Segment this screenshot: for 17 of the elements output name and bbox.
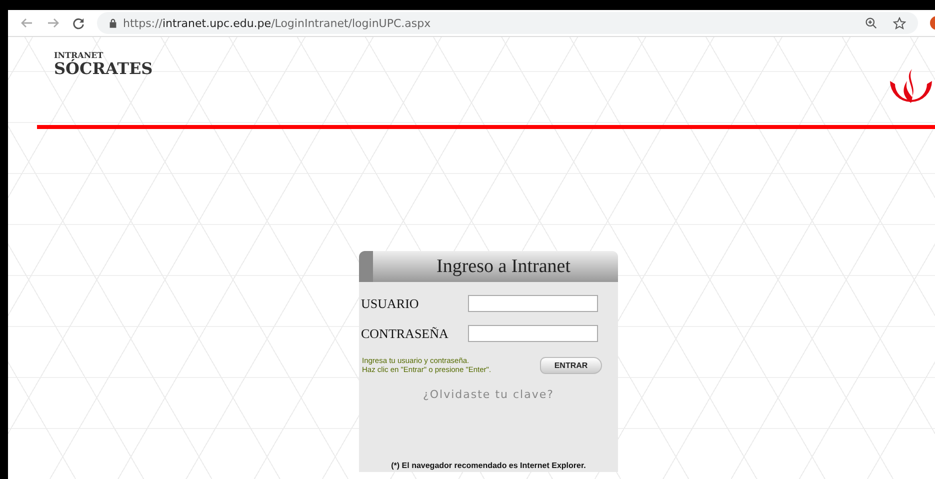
forward-icon[interactable] (46, 16, 60, 30)
logo-subtitle: INTRANET (54, 51, 104, 60)
enter-button[interactable]: ENTRAR (540, 356, 602, 374)
star-icon[interactable] (893, 16, 906, 30)
lock-icon (109, 18, 117, 28)
reload-icon[interactable] (72, 16, 85, 30)
back-icon[interactable] (20, 16, 34, 30)
panel-title: Ingreso a Intranet (436, 256, 570, 278)
address-bar[interactable]: https://intranet.upc.edu.pe/LoginIntranet/loginUPC.aspx (97, 12, 918, 34)
field-label: CONTRASEÑA (361, 326, 448, 342)
url-text: https://intranet.upc.edu.pe/LoginIntranet/loginUPC.aspx (123, 16, 432, 30)
browser-note: (*) El navegador recomendado es Internet Explorer. (391, 461, 586, 470)
zoom-icon[interactable] (865, 17, 877, 29)
password-field[interactable] (468, 325, 598, 342)
username-field[interactable] (468, 295, 598, 312)
logo-title: SÓCRATES (54, 60, 153, 78)
field-label: USUARIO (361, 296, 419, 312)
